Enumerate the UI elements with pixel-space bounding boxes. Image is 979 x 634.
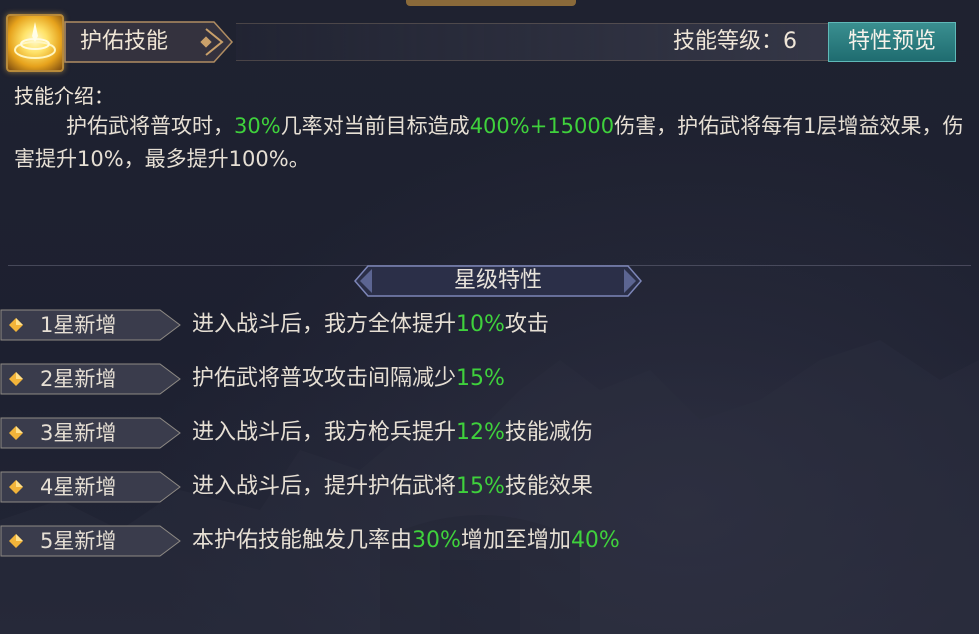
star-label: 4星新增	[40, 475, 117, 499]
star-section-title: 星级特性	[453, 268, 542, 293]
star-text: 攻击	[504, 312, 549, 337]
star-text: 增加至增加	[460, 528, 571, 553]
intro-text: 几率对当前目标造成	[280, 114, 470, 138]
star-row: 1星新增 进入战斗后，我方全体提升10%攻击	[0, 306, 979, 344]
star-row: 4星新增 进入战斗后，提升护佑武将15%技能效果	[0, 468, 979, 506]
intro-title: 技能介绍：	[14, 84, 114, 108]
star-highlight: 30%	[412, 528, 461, 553]
star-text: 技能减伤	[504, 420, 593, 445]
star-highlight: 12%	[456, 420, 505, 445]
star-description: 护佑武将普攻攻击间隔减少15%	[192, 360, 505, 398]
gold-diamond-icon	[9, 426, 23, 440]
star-description: 进入战斗后，提升护佑武将15%技能效果	[192, 468, 593, 506]
gold-diamond-icon	[9, 534, 23, 548]
star-label: 3星新增	[40, 421, 117, 445]
intro-highlight: 400%+15000	[469, 114, 615, 138]
city-silhouette	[0, 340, 979, 634]
top-tab-edge	[406, 0, 576, 6]
gold-diamond-icon	[9, 318, 23, 332]
skill-name: 护佑技能	[80, 29, 169, 54]
star-text: 进入战斗后，我方枪兵提升	[192, 420, 457, 445]
star-text: 护佑武将普攻攻击间隔减少	[192, 366, 457, 391]
gold-diamond-icon	[9, 480, 23, 494]
star-text: 本护佑技能触发几率由	[192, 528, 413, 553]
star-highlight: 15%	[456, 366, 505, 391]
star-description: 本护佑技能触发几率由30%增加至增加40%	[192, 522, 620, 560]
star-row: 3星新增 进入战斗后，我方枪兵提升12%技能减伤	[0, 414, 979, 452]
star-description: 进入战斗后，我方枪兵提升12%技能减伤	[192, 414, 593, 452]
golden-shield-skill-icon	[6, 14, 64, 72]
star-row: 2星新增 护佑武将普攻攻击间隔减少15%	[0, 360, 979, 398]
skill-level-text: 技能等级：6	[673, 29, 797, 54]
star-highlight: 40%	[570, 528, 620, 553]
trait-preview-button[interactable]: 特性预览	[828, 22, 956, 62]
star-text: 进入战斗后，我方全体提升	[192, 312, 457, 337]
star-text: 技能效果	[504, 474, 593, 499]
intro-highlight: 30%	[234, 114, 281, 138]
star-highlight: 15%	[456, 474, 505, 499]
gold-diamond-icon	[9, 372, 23, 386]
star-row: 5星新增 本护佑技能触发几率由30%增加至增加40%	[0, 522, 979, 560]
star-label: 5星新增	[40, 529, 117, 553]
star-description: 进入战斗后，我方全体提升10%攻击	[192, 306, 549, 344]
star-text: 进入战斗后，提升护佑武将	[192, 474, 457, 499]
star-highlight: 10%	[456, 312, 505, 337]
intro-description: 护佑武将普攻时，30%几率对当前目标造成400%+15000伤害，护佑武将每有1…	[14, 110, 964, 176]
star-label: 2星新增	[40, 367, 117, 391]
intro-text: 护佑武将普攻时，	[66, 114, 234, 138]
star-label: 1星新增	[40, 313, 117, 337]
